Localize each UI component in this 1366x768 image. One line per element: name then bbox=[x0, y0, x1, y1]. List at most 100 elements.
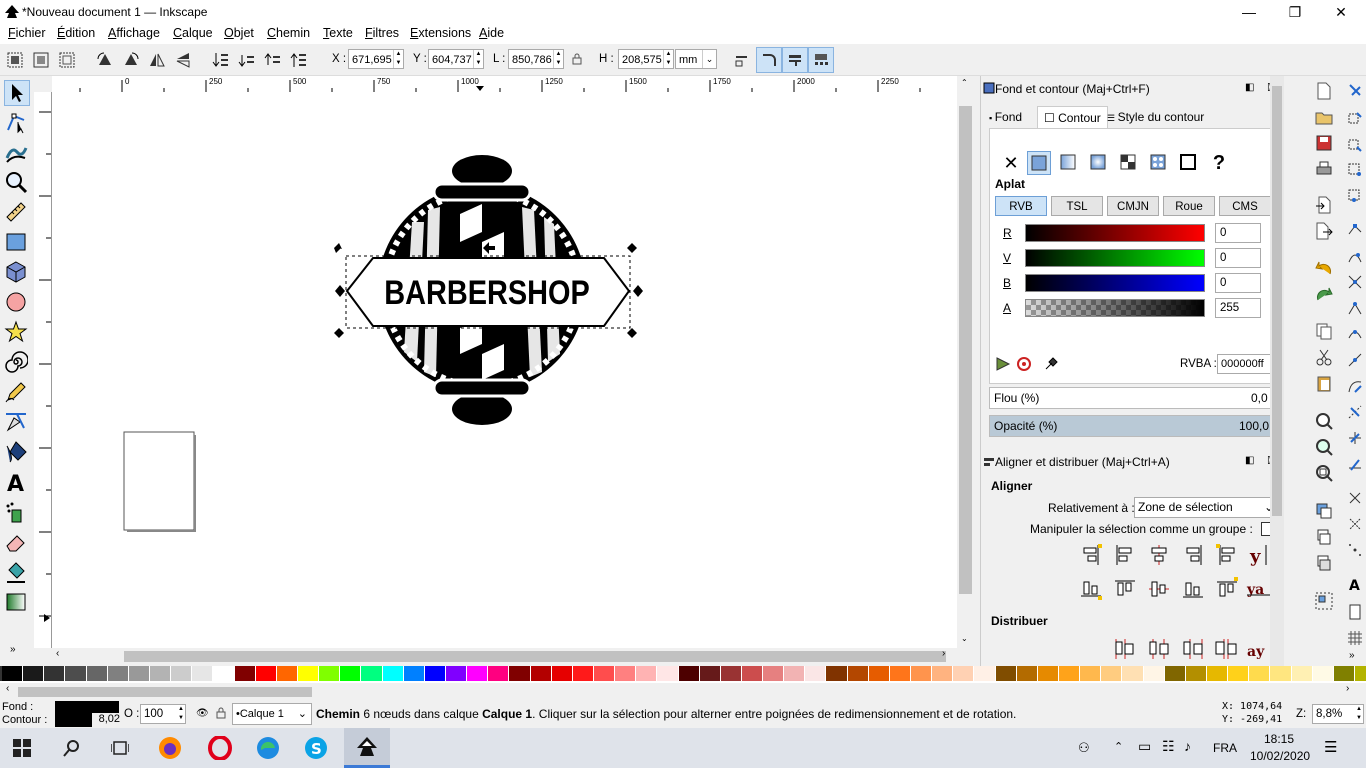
edge-icon[interactable] bbox=[250, 732, 286, 764]
menu-aide[interactable]: Aide bbox=[479, 26, 504, 40]
y-field[interactable]: 604,737 ▲ ▼ bbox=[428, 49, 484, 69]
spray-tool-icon[interactable] bbox=[4, 500, 30, 526]
flat-color-icon[interactable] bbox=[1027, 151, 1051, 175]
distribute-center-icon[interactable] bbox=[1146, 636, 1172, 662]
lower-icon[interactable] bbox=[238, 51, 256, 69]
palette-swatch[interactable] bbox=[995, 666, 1017, 681]
palette-swatch[interactable] bbox=[678, 666, 700, 681]
mode-cms-button[interactable]: CMS bbox=[1219, 196, 1271, 216]
palette-swatch[interactable] bbox=[1059, 666, 1081, 681]
zoom-field[interactable]: 8,8% ▲ ▼ bbox=[1312, 704, 1364, 724]
height-field[interactable]: 208,575 ▲ ▼ bbox=[618, 49, 674, 69]
palette-swatch[interactable] bbox=[932, 666, 954, 681]
palette-swatch[interactable] bbox=[636, 666, 658, 681]
menu-filtres[interactable]: Filtres bbox=[365, 26, 399, 40]
palette-swatch[interactable] bbox=[1122, 666, 1144, 681]
show-hidden-icons-icon[interactable]: ⌃ bbox=[1114, 740, 1123, 753]
channel-a-slider[interactable] bbox=[1025, 299, 1205, 317]
channel-b-input[interactable]: 0 bbox=[1215, 273, 1261, 293]
align-center-icon[interactable] bbox=[1146, 542, 1172, 568]
tab-style-contour[interactable]: ☰ Style du contour bbox=[1107, 106, 1204, 128]
align-bottom-to-top-icon[interactable] bbox=[1078, 576, 1104, 602]
import-icon[interactable] bbox=[1315, 196, 1333, 214]
rotate-cw-icon[interactable] bbox=[122, 51, 140, 69]
scale-corners-icon[interactable] bbox=[756, 47, 782, 73]
palette-swatch[interactable] bbox=[1037, 666, 1060, 681]
mode-roue-button[interactable]: Roue bbox=[1163, 196, 1215, 216]
palette-swatch[interactable] bbox=[467, 666, 489, 681]
snap-bbox-edges-icon[interactable] bbox=[1347, 136, 1363, 152]
mesh-gradient-icon[interactable] bbox=[1117, 151, 1141, 175]
scale-stroke-icon[interactable] bbox=[733, 51, 751, 69]
palette-swatch[interactable] bbox=[868, 666, 890, 681]
palette-swatch[interactable] bbox=[1312, 666, 1334, 681]
start-icon[interactable] bbox=[4, 732, 40, 764]
scale-patterns-icon[interactable] bbox=[808, 47, 834, 73]
snap-bbox-corners-icon[interactable] bbox=[1347, 162, 1363, 178]
zoom-tool-icon[interactable] bbox=[4, 170, 30, 196]
notifications-icon[interactable]: ☰ bbox=[1324, 738, 1337, 756]
palette-swatch[interactable] bbox=[509, 666, 531, 681]
menu-texte[interactable]: Texte bbox=[323, 26, 353, 40]
dock-scrollbar[interactable] bbox=[1270, 76, 1284, 666]
select-all-icon[interactable] bbox=[6, 51, 24, 69]
selector-tool-icon[interactable] bbox=[4, 80, 30, 106]
unset-paint-icon[interactable]: ? bbox=[1207, 151, 1231, 175]
palette-swatch[interactable] bbox=[826, 666, 848, 681]
network-icon[interactable]: ☷ bbox=[1162, 738, 1175, 755]
lock-ratio-icon[interactable] bbox=[572, 53, 582, 65]
palette-swatch[interactable] bbox=[1101, 666, 1123, 681]
palette-swatch[interactable] bbox=[255, 666, 277, 681]
align-middle-icon[interactable] bbox=[1146, 576, 1172, 602]
palette-swatch[interactable] bbox=[593, 666, 616, 681]
palette-swatch[interactable] bbox=[361, 666, 383, 681]
opacity-spin[interactable]: 100 ▲ ▼ bbox=[140, 704, 186, 724]
palette-swatch[interactable] bbox=[44, 666, 66, 681]
snap-line-midpoints-icon[interactable] bbox=[1347, 352, 1363, 368]
color-picker-icon[interactable] bbox=[1043, 356, 1059, 372]
palette-swatch[interactable] bbox=[551, 666, 573, 681]
language-indicator[interactable]: FRA bbox=[1213, 741, 1237, 755]
color-palette[interactable] bbox=[0, 666, 1366, 683]
lower-to-bottom-icon[interactable] bbox=[212, 51, 230, 69]
palette-swatch[interactable] bbox=[128, 666, 150, 681]
snap-rotation-centers-icon[interactable] bbox=[1347, 430, 1363, 446]
undo-icon[interactable] bbox=[1315, 260, 1333, 278]
stroke-width-value[interactable]: 8,02 bbox=[92, 713, 120, 727]
pattern-icon[interactable] bbox=[1147, 151, 1171, 175]
battery-icon[interactable]: ▭ bbox=[1138, 738, 1151, 755]
copy-icon[interactable] bbox=[1315, 322, 1333, 340]
palette-swatch[interactable] bbox=[171, 666, 193, 681]
unit-select[interactable]: mm ⌄ bbox=[675, 49, 717, 69]
new-document-icon[interactable] bbox=[1315, 82, 1333, 100]
channel-v-slider[interactable] bbox=[1025, 249, 1205, 267]
channel-v-input[interactable]: 0 bbox=[1215, 248, 1261, 268]
drawing-canvas[interactable]: BARBERSHOP bbox=[52, 92, 957, 648]
zoom-page-icon[interactable] bbox=[1315, 464, 1333, 482]
layer-lock-icon[interactable] bbox=[216, 707, 226, 719]
toolbox-more-icon[interactable]: » bbox=[10, 644, 16, 655]
inkscape-taskbar-icon[interactable] bbox=[344, 728, 390, 768]
palette-swatch[interactable] bbox=[234, 666, 256, 681]
palette-swatch[interactable] bbox=[1228, 666, 1250, 681]
volume-icon[interactable]: ♪ bbox=[1184, 738, 1191, 754]
palette-swatch[interactable] bbox=[1291, 666, 1313, 681]
menu-fichier[interactable]: Fichier bbox=[8, 26, 46, 40]
duplicate-icon[interactable] bbox=[1315, 502, 1333, 520]
palette-swatch[interactable] bbox=[1207, 666, 1229, 681]
snap-centers-icon[interactable] bbox=[1347, 404, 1363, 420]
menu-edition[interactable]: Édition bbox=[57, 26, 95, 40]
palette-swatch[interactable] bbox=[149, 666, 172, 681]
panel-collapse-icon[interactable]: ◧ bbox=[1245, 82, 1254, 93]
palette-swatch[interactable] bbox=[1355, 666, 1366, 681]
palette-swatch[interactable] bbox=[488, 666, 510, 681]
palette-swatch[interactable] bbox=[847, 666, 869, 681]
opera-icon[interactable] bbox=[202, 732, 238, 764]
palette-swatch[interactable] bbox=[720, 666, 742, 681]
palette-swatch[interactable] bbox=[276, 666, 298, 681]
palette-swatch[interactable] bbox=[213, 666, 235, 681]
flip-vertical-icon[interactable] bbox=[174, 51, 192, 69]
align-text-anchor-icon[interactable]: y bbox=[1246, 542, 1272, 568]
palette-swatch[interactable] bbox=[1080, 666, 1102, 681]
gradient-tool-icon[interactable] bbox=[4, 590, 30, 616]
